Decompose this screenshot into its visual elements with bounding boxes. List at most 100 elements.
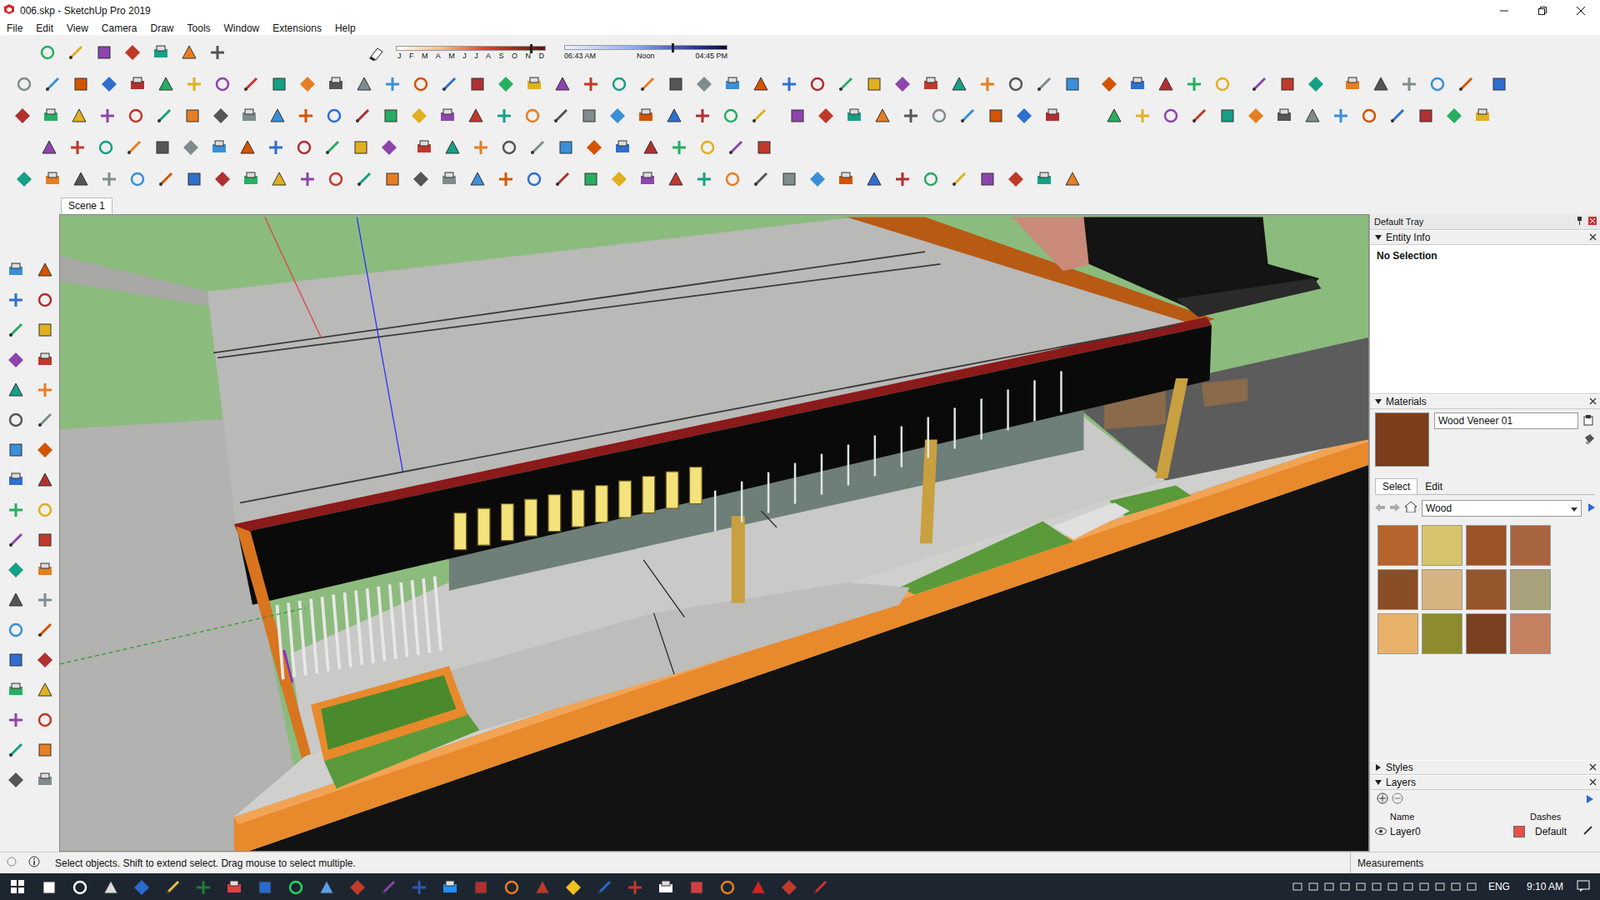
tool-icon[interactable] (1411, 103, 1440, 129)
tool-icon[interactable] (1, 405, 30, 435)
pin-icon[interactable] (1575, 215, 1584, 228)
material-swatch[interactable] (1421, 525, 1463, 566)
tool-icon[interactable] (750, 135, 779, 160)
material-name-field[interactable]: Wood Veneer 01 (1434, 412, 1579, 430)
tool-icon[interactable] (520, 71, 549, 97)
tool-icon[interactable] (1151, 71, 1180, 97)
taskbar-app-icon[interactable] (710, 873, 742, 900)
tool-icon[interactable] (30, 405, 60, 435)
tool-icon[interactable] (293, 71, 322, 97)
tool-icon[interactable] (30, 345, 60, 375)
tool-icon[interactable] (30, 705, 60, 735)
tool-icon[interactable] (1123, 71, 1152, 97)
tool-icon[interactable] (406, 166, 435, 192)
taskbar-app-icon[interactable] (402, 873, 434, 900)
tool-icon[interactable] (121, 103, 150, 129)
home-icon[interactable] (1405, 501, 1417, 515)
tool-icon[interactable] (461, 103, 490, 129)
menu-item[interactable]: View (60, 21, 95, 35)
menu-item[interactable]: Extensions (265, 21, 329, 35)
tool-icon[interactable] (1326, 103, 1355, 129)
tool-icon[interactable] (693, 135, 722, 160)
tool-icon[interactable] (36, 103, 65, 129)
tool-icon[interactable] (38, 166, 67, 192)
material-swatch[interactable] (1377, 613, 1419, 655)
tool-icon[interactable] (1355, 103, 1384, 129)
geo-location-icon[interactable] (6, 856, 17, 870)
tool-icon[interactable] (860, 166, 889, 192)
taskbar-app-icon[interactable] (371, 873, 403, 900)
taskbar-app-icon[interactable] (495, 873, 526, 900)
tool-icon[interactable] (33, 40, 62, 65)
tool-icon[interactable] (1468, 103, 1497, 129)
tool-icon[interactable] (66, 166, 95, 192)
tool-icon[interactable] (981, 103, 1010, 129)
material-swatch[interactable] (1421, 569, 1463, 610)
system-tray-icon[interactable] (1400, 873, 1417, 900)
tool-icon[interactable] (291, 103, 320, 129)
tool-icon[interactable] (973, 166, 1002, 192)
tool-icon[interactable] (30, 525, 60, 555)
tool-icon[interactable] (633, 71, 662, 97)
tool-icon[interactable] (205, 135, 234, 160)
tool-icon[interactable] (803, 71, 832, 97)
tool-icon[interactable] (321, 71, 350, 97)
tool-icon[interactable] (93, 103, 122, 129)
tool-icon[interactable] (1, 495, 30, 525)
tool-icon[interactable] (888, 71, 917, 97)
tool-icon[interactable] (1, 255, 30, 285)
tool-icon[interactable] (495, 135, 524, 160)
tool-icon[interactable] (580, 135, 609, 160)
tool-icon[interactable] (803, 166, 832, 192)
layer-row[interactable]: Layer0Default (1370, 823, 1600, 840)
tool-icon[interactable] (1208, 71, 1237, 97)
tool-icon[interactable] (775, 166, 804, 192)
tool-icon[interactable] (1030, 71, 1059, 97)
close-icon[interactable] (1589, 231, 1597, 244)
shadow-toggle-icon[interactable] (362, 40, 391, 65)
tool-icon[interactable] (320, 103, 349, 129)
tool-icon[interactable] (783, 103, 812, 129)
tool-icon[interactable] (435, 166, 464, 192)
tool-icon[interactable] (30, 735, 60, 765)
tool-icon[interactable] (261, 135, 290, 160)
tool-icon[interactable] (463, 166, 492, 192)
menu-item[interactable]: Tools (180, 21, 218, 35)
visibility-eye-icon[interactable] (1370, 825, 1390, 838)
tool-icon[interactable] (38, 71, 67, 97)
tool-icon[interactable] (375, 135, 404, 160)
tool-icon[interactable] (405, 103, 434, 129)
tool-icon[interactable] (463, 71, 492, 97)
language-indicator[interactable]: ENG (1480, 880, 1519, 893)
tool-icon[interactable] (1038, 103, 1067, 129)
close-icon[interactable] (1589, 761, 1597, 774)
tool-icon[interactable] (631, 103, 660, 129)
tool-icon[interactable] (30, 585, 60, 615)
tool-icon[interactable] (840, 103, 869, 129)
tool-icon[interactable] (348, 103, 377, 129)
tool-icon[interactable] (518, 103, 547, 129)
details-arrow-icon[interactable] (1585, 794, 1594, 806)
clock[interactable]: 9:10 AM (1518, 880, 1572, 893)
tool-icon[interactable] (435, 71, 464, 97)
material-swatch[interactable] (1510, 525, 1551, 566)
tool-icon[interactable] (1298, 103, 1327, 129)
taskbar-app-icon[interactable] (279, 873, 310, 900)
notification-icon[interactable] (1571, 880, 1600, 895)
restore-icon[interactable] (1523, 0, 1562, 21)
tool-icon[interactable] (1366, 71, 1395, 97)
tool-icon[interactable] (151, 71, 180, 97)
forward-arrow-icon[interactable] (1390, 502, 1400, 515)
tool-icon[interactable] (1273, 71, 1302, 97)
material-swatch[interactable] (1421, 613, 1463, 655)
menu-item[interactable]: File (0, 21, 30, 35)
tool-icon[interactable] (208, 71, 237, 97)
tool-icon[interactable] (150, 103, 179, 129)
tool-icon[interactable] (690, 166, 719, 192)
tool-icon[interactable] (1180, 71, 1209, 97)
expand-triangle-icon[interactable] (1375, 231, 1382, 244)
taskbar-app-icon[interactable] (340, 873, 372, 900)
taskbar-app-icon[interactable] (433, 873, 465, 900)
system-tray-icon[interactable] (1464, 873, 1480, 900)
tool-icon[interactable] (1383, 103, 1412, 129)
